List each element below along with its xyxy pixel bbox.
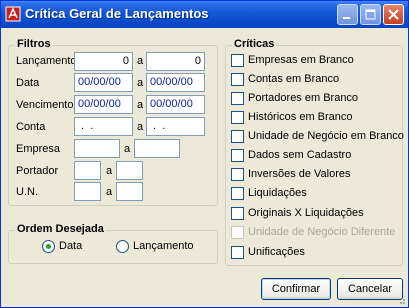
checkbox-box — [231, 168, 244, 181]
maximize-icon — [365, 9, 376, 20]
portador-separator: a — [106, 165, 113, 177]
critica-historicos-label: Históricos em Branco — [248, 111, 353, 123]
critica-unidade-branco-label: Unidade de Negócio em Branco — [248, 130, 404, 142]
data-label: Data — [16, 77, 40, 89]
app-icon — [5, 6, 21, 22]
close-icon — [388, 9, 399, 20]
un-to-input[interactable] — [116, 182, 143, 201]
conta-from-input[interactable]: . . — [74, 117, 133, 136]
un-from-input[interactable] — [74, 182, 101, 201]
lancamento-from-input[interactable]: 0 — [74, 52, 133, 71]
portador-label: Portador — [16, 165, 59, 177]
checkbox-box — [231, 207, 244, 220]
critica-dados-sem-cadastro-label: Dados sem Cadastro — [248, 149, 352, 161]
checkbox-box — [231, 92, 244, 105]
checkbox-box — [231, 130, 244, 143]
empresa-separator: a — [124, 143, 131, 155]
portador-from-input[interactable] — [74, 161, 101, 180]
portador-to-input[interactable] — [116, 161, 143, 180]
vencimento-separator: a — [137, 99, 144, 111]
lancamento-label: Lançamento — [16, 55, 77, 67]
data-to-input[interactable]: 00/00/00 — [146, 73, 205, 92]
maximize-button[interactable] — [360, 4, 381, 25]
checkbox-box — [231, 187, 244, 200]
un-separator: a — [106, 186, 113, 198]
vencimento-to-input[interactable]: 00/00/00 — [146, 95, 205, 114]
filtros-title: Filtros — [15, 38, 53, 50]
checkbox-box — [231, 149, 244, 162]
dialog-window: Crítica Geral de Lançamentos Filtros Lan… — [0, 0, 409, 308]
vencimento-from-input[interactable]: 00/00/00 — [74, 95, 133, 114]
critica-inversoes-label: Inversões de Valores — [248, 168, 351, 180]
critica-portadores-label: Portadores em Branco — [248, 92, 359, 104]
checkbox-box — [231, 246, 244, 259]
checkbox-box — [231, 111, 244, 124]
ordem-title: Ordem Desejada — [15, 223, 106, 235]
critica-unidade-diferente-label: Unidade de Negócio Diferente — [248, 226, 396, 238]
minimize-button[interactable] — [337, 4, 358, 25]
window-title: Crítica Geral de Lançamentos — [25, 6, 209, 21]
cancel-button[interactable]: Cancelar — [337, 278, 403, 300]
title-bar[interactable]: Crítica Geral de Lançamentos — [1, 1, 408, 28]
critica-empresas-label: Empresas em Branco — [248, 54, 354, 66]
data-separator: a — [137, 77, 144, 89]
un-label: U.N. — [16, 186, 38, 198]
ordem-data-label: Data — [59, 240, 83, 252]
criticas-title: Críticas — [232, 38, 277, 50]
radio-selected-dot — [46, 244, 51, 249]
critica-liquidacoes-label: Liquidações — [248, 187, 307, 199]
empresa-from-input[interactable] — [74, 139, 120, 158]
critica-contas-label: Contas em Branco — [248, 73, 340, 85]
conta-label: Conta — [16, 121, 46, 133]
lancamento-separator: a — [137, 55, 144, 67]
critica-originais-label: Originais X Liquidações — [248, 207, 364, 219]
minimize-icon — [343, 17, 350, 19]
conta-separator: a — [137, 121, 144, 133]
checkbox-box — [231, 226, 244, 239]
radio-circle — [42, 240, 55, 253]
data-from-input[interactable]: 00/00/00 — [74, 73, 133, 92]
empresa-to-input[interactable] — [134, 139, 180, 158]
conta-to-input[interactable]: . . — [146, 117, 205, 136]
ordem-lancamento-label: Lançamento — [133, 240, 194, 252]
critica-unificacoes-label: Unificações — [248, 246, 305, 258]
lancamento-to-input[interactable]: 0 — [146, 52, 205, 71]
vencimento-label: Vencimento — [16, 99, 74, 111]
resize-grip-icon[interactable] — [396, 295, 406, 305]
close-button[interactable] — [383, 4, 404, 25]
empresa-label: Empresa — [16, 143, 61, 155]
radio-circle — [116, 240, 129, 253]
checkbox-box — [231, 54, 244, 67]
checkbox-box — [231, 73, 244, 86]
confirm-button[interactable]: Confirmar — [261, 278, 331, 300]
